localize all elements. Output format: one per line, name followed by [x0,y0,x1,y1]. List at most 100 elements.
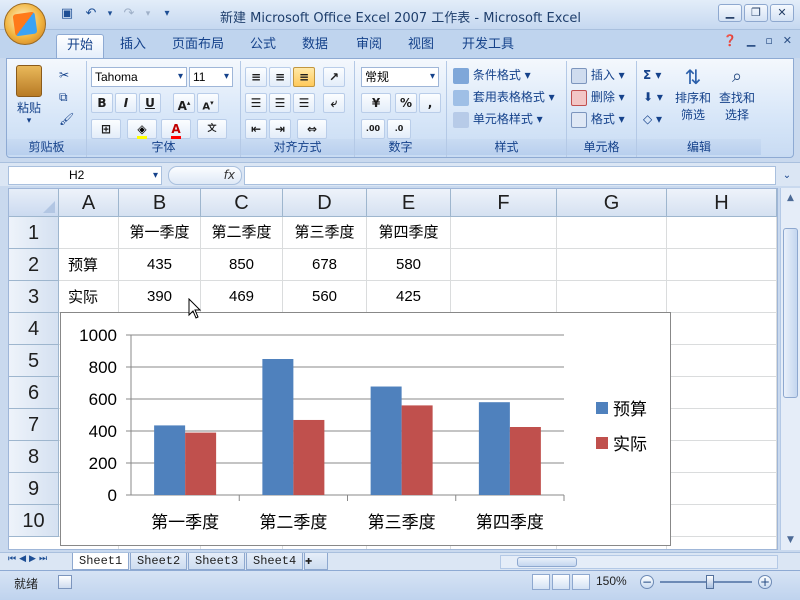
sort-filter-button[interactable]: ⇅ 排序和 筛选 [673,65,713,123]
last-sheet-icon[interactable]: ⏭ [39,554,47,564]
cell-c1[interactable]: 第二季度 [201,217,283,249]
insert-cells-button[interactable]: 插入 ▾ [571,65,625,85]
horizontal-scrollbar[interactable] [500,555,778,569]
maximize-button[interactable]: ❐ [744,4,768,22]
copy-icon[interactable]: ⧉ [59,87,68,107]
scroll-down-icon[interactable]: ▼ [783,532,798,548]
underline-button[interactable]: U [139,93,161,113]
formula-input[interactable] [244,166,776,185]
cell-d1[interactable]: 第三季度 [283,217,367,249]
ribbon-minimize-icon[interactable]: ▁ [747,34,755,47]
wrap-text-icon[interactable]: ⤶ [323,93,345,113]
normal-view-icon[interactable] [532,574,550,590]
scroll-up-icon[interactable]: ▲ [783,190,798,206]
column-header-h[interactable]: H [667,189,777,217]
cell-c3[interactable]: 469 [201,281,283,313]
font-size-select[interactable]: 11 [189,67,233,87]
align-left-icon[interactable]: ☰ [245,93,267,113]
row-header-8[interactable]: 8 [9,441,59,473]
align-bottom-icon[interactable]: ≡ [293,67,315,87]
sheet-tab-3[interactable]: Sheet3 [188,553,246,570]
cell-styles-button[interactable]: 单元格样式 ▾ [453,109,543,129]
zoom-slider[interactable]: − + [640,574,772,590]
help-icon[interactable]: ❓ [723,34,737,47]
row-header-9[interactable]: 9 [9,473,59,505]
column-header-a[interactable]: A [59,189,119,217]
autosum-icon[interactable]: Σ ▾ [643,65,661,85]
customize-qat-icon[interactable]: ▾ [158,6,176,22]
align-middle-icon[interactable]: ≡ [269,67,291,87]
italic-button[interactable]: I [115,93,137,113]
redo-dropdown-icon[interactable]: ▾ [144,6,152,22]
cell-d2[interactable]: 678 [283,249,367,281]
align-top-icon[interactable]: ≡ [245,67,267,87]
conditional-format-button[interactable]: 条件格式 ▾ [453,65,531,85]
first-sheet-icon[interactable]: ⏮ [8,554,16,564]
merge-center-icon[interactable]: ⇔ [297,119,327,139]
row-header-3[interactable]: 3 [9,281,59,313]
column-header-b[interactable]: B [119,189,201,217]
cell-e1[interactable]: 第四季度 [367,217,451,249]
ribbon-close-icon[interactable]: ✕ [783,34,792,47]
row-header-5[interactable]: 5 [9,345,59,377]
decrease-decimal-icon[interactable]: .0 [387,119,411,139]
office-button[interactable] [4,3,46,45]
percent-button[interactable]: % [395,93,417,113]
row-header-7[interactable]: 7 [9,409,59,441]
sheet-tab-4[interactable]: Sheet4 [246,553,304,570]
macro-record-icon[interactable] [58,575,72,589]
insert-sheet-icon[interactable]: ✚ [304,553,328,570]
undo-icon[interactable]: ↶ [82,6,100,22]
phonetic-icon[interactable]: 文 [197,119,227,139]
cell-b1[interactable]: 第一季度 [119,217,201,249]
decrease-indent-icon[interactable]: ⇤ [245,119,267,139]
zoom-knob[interactable] [706,575,714,589]
tab-view[interactable]: 视图 [398,34,444,58]
row-header-1[interactable]: 1 [9,217,59,249]
format-as-table-button[interactable]: 套用表格格式 ▾ [453,87,555,107]
next-sheet-icon[interactable]: ▶ [29,554,36,564]
cell-e3[interactable]: 425 [367,281,451,313]
currency-icon[interactable]: ¥ [361,93,391,113]
fill-icon[interactable]: ⬇ ▾ [643,87,663,107]
expand-formula-bar-icon[interactable]: ⌄ [780,166,794,185]
align-center-icon[interactable]: ☰ [269,93,291,113]
cut-icon[interactable]: ✂ [59,65,69,85]
decrease-font-icon[interactable]: A▾ [197,93,219,113]
undo-dropdown-icon[interactable]: ▾ [106,6,114,22]
delete-cells-button[interactable]: 删除 ▾ [571,87,625,107]
tab-page-layout[interactable]: 页面布局 [162,34,234,58]
row-header-10[interactable]: 10 [9,505,59,537]
cell-a2[interactable]: 预算 [59,249,119,281]
tab-data[interactable]: 数据 [292,34,338,58]
find-select-button[interactable]: ⌕ 查找和 选择 [717,65,757,123]
align-right-icon[interactable]: ☰ [293,93,315,113]
font-color-icon[interactable]: A [161,119,191,139]
zoom-level[interactable]: 150% [596,574,627,588]
sheet-tab-2[interactable]: Sheet2 [130,553,188,570]
column-header-f[interactable]: F [451,189,557,217]
zoom-out-icon[interactable]: − [640,575,654,589]
vertical-scroll-thumb[interactable] [783,228,798,398]
clear-icon[interactable]: ◇ ▾ [643,109,662,129]
number-format-select[interactable]: 常规 [361,67,439,87]
cell-d3[interactable]: 560 [283,281,367,313]
prev-sheet-icon[interactable]: ◀ [19,554,26,564]
tab-formulas[interactable]: 公式 [240,34,286,58]
sheet-tab-1[interactable]: Sheet1 [72,553,130,570]
row-header-6[interactable]: 6 [9,377,59,409]
select-all-corner[interactable] [9,189,59,217]
name-box[interactable]: H2 [8,166,162,185]
increase-indent-icon[interactable]: ⇥ [269,119,291,139]
row-header-4[interactable]: 4 [9,313,59,345]
cell-c2[interactable]: 850 [201,249,283,281]
page-layout-view-icon[interactable] [552,574,570,590]
insert-function-button[interactable]: fx [168,166,242,185]
bold-button[interactable]: B [91,93,113,113]
row-header-2[interactable]: 2 [9,249,59,281]
horizontal-scroll-thumb[interactable] [517,557,577,567]
minimize-button[interactable]: ▁ [718,4,742,22]
save-icon[interactable]: ▣ [58,6,76,22]
tab-home[interactable]: 开始 [56,34,105,58]
comma-button[interactable]: , [419,93,441,113]
